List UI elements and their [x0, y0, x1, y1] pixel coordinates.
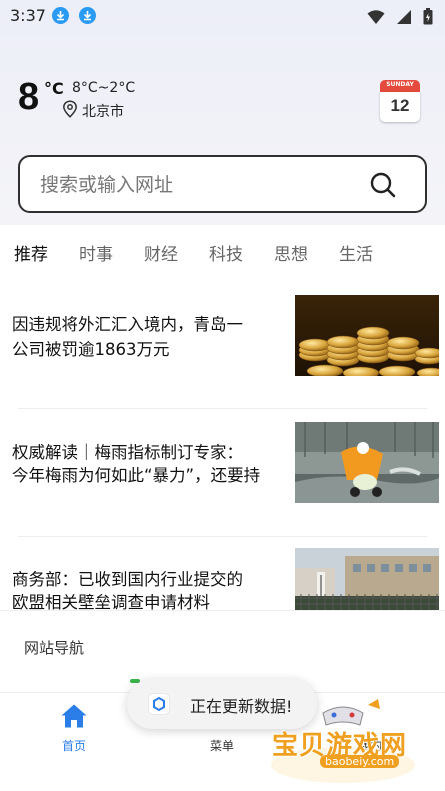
watermark-logo: 宝贝游戏网 baobeiy.com [268, 695, 418, 785]
nav-home-label: 首页 [61, 739, 86, 753]
search-input[interactable] [40, 172, 360, 198]
news-item[interactable]: 权威解读｜梅雨指标制订专家： 今年梅雨为何如此“暴力”，还要持 [0, 418, 445, 528]
site-navigation-label[interactable]: 网站导航 [24, 637, 84, 658]
watermark-url: baobeiy.com [320, 755, 400, 768]
search-icon[interactable] [369, 171, 397, 199]
news-title-line: 公司被罚逾1863万元 [12, 340, 170, 359]
home-icon [61, 704, 87, 728]
battery-icon [423, 8, 433, 25]
location-pin-icon [63, 100, 77, 118]
signal-icon [396, 9, 411, 24]
tab-recommended[interactable]: 推荐 [14, 240, 48, 265]
tab-life[interactable]: 生活 [339, 240, 373, 265]
nav-home[interactable]: 首页 [34, 693, 114, 763]
divider [18, 536, 427, 537]
news-item[interactable]: 因违规将外汇汇入境内，青岛一 公司被罚逾1863万元 [0, 290, 445, 400]
calendar-icon[interactable]: SUNDAY 12 [380, 80, 420, 122]
tab-finance[interactable]: 财经 [144, 240, 178, 265]
news-title-line: 因违规将外汇汇入境内，青岛一 [12, 315, 243, 334]
search-bar[interactable] [18, 155, 427, 213]
temperature-unit: °C [44, 79, 64, 98]
download-notification-icon [79, 7, 96, 24]
download-notification-icon [52, 7, 69, 24]
temperature-range: 8°C~2°C [72, 80, 136, 96]
app-icon [149, 694, 169, 714]
news-title-line: 权威解读｜梅雨指标制订专家： [12, 443, 243, 462]
calendar-weekday: SUNDAY [386, 81, 414, 88]
news-category-tabs: 推荐 时事 财经 科技 思想 生活 [0, 240, 445, 270]
wifi-icon [367, 9, 385, 24]
tab-thought[interactable]: 思想 [274, 240, 308, 265]
news-thumbnail-building [295, 548, 439, 610]
status-time: 3:37 [10, 6, 46, 25]
tab-technology[interactable]: 科技 [209, 240, 243, 265]
tab-current-affairs[interactable]: 时事 [79, 240, 113, 265]
news-thumbnail-coins [295, 295, 439, 376]
news-thumbnail-rain [295, 422, 439, 503]
calendar-day: 12 [390, 96, 410, 115]
temperature-value: 8 [18, 76, 40, 118]
news-title-line: 商务部：已收到国内行业提交的 [12, 570, 243, 589]
divider [18, 408, 427, 409]
location-city: 北京市 [82, 104, 124, 120]
news-title-line: 今年梅雨为何如此“暴力”，还要持 [12, 466, 261, 485]
nav-menu-label: 菜单 [209, 739, 234, 753]
status-bar: 3:37 [0, 0, 445, 30]
